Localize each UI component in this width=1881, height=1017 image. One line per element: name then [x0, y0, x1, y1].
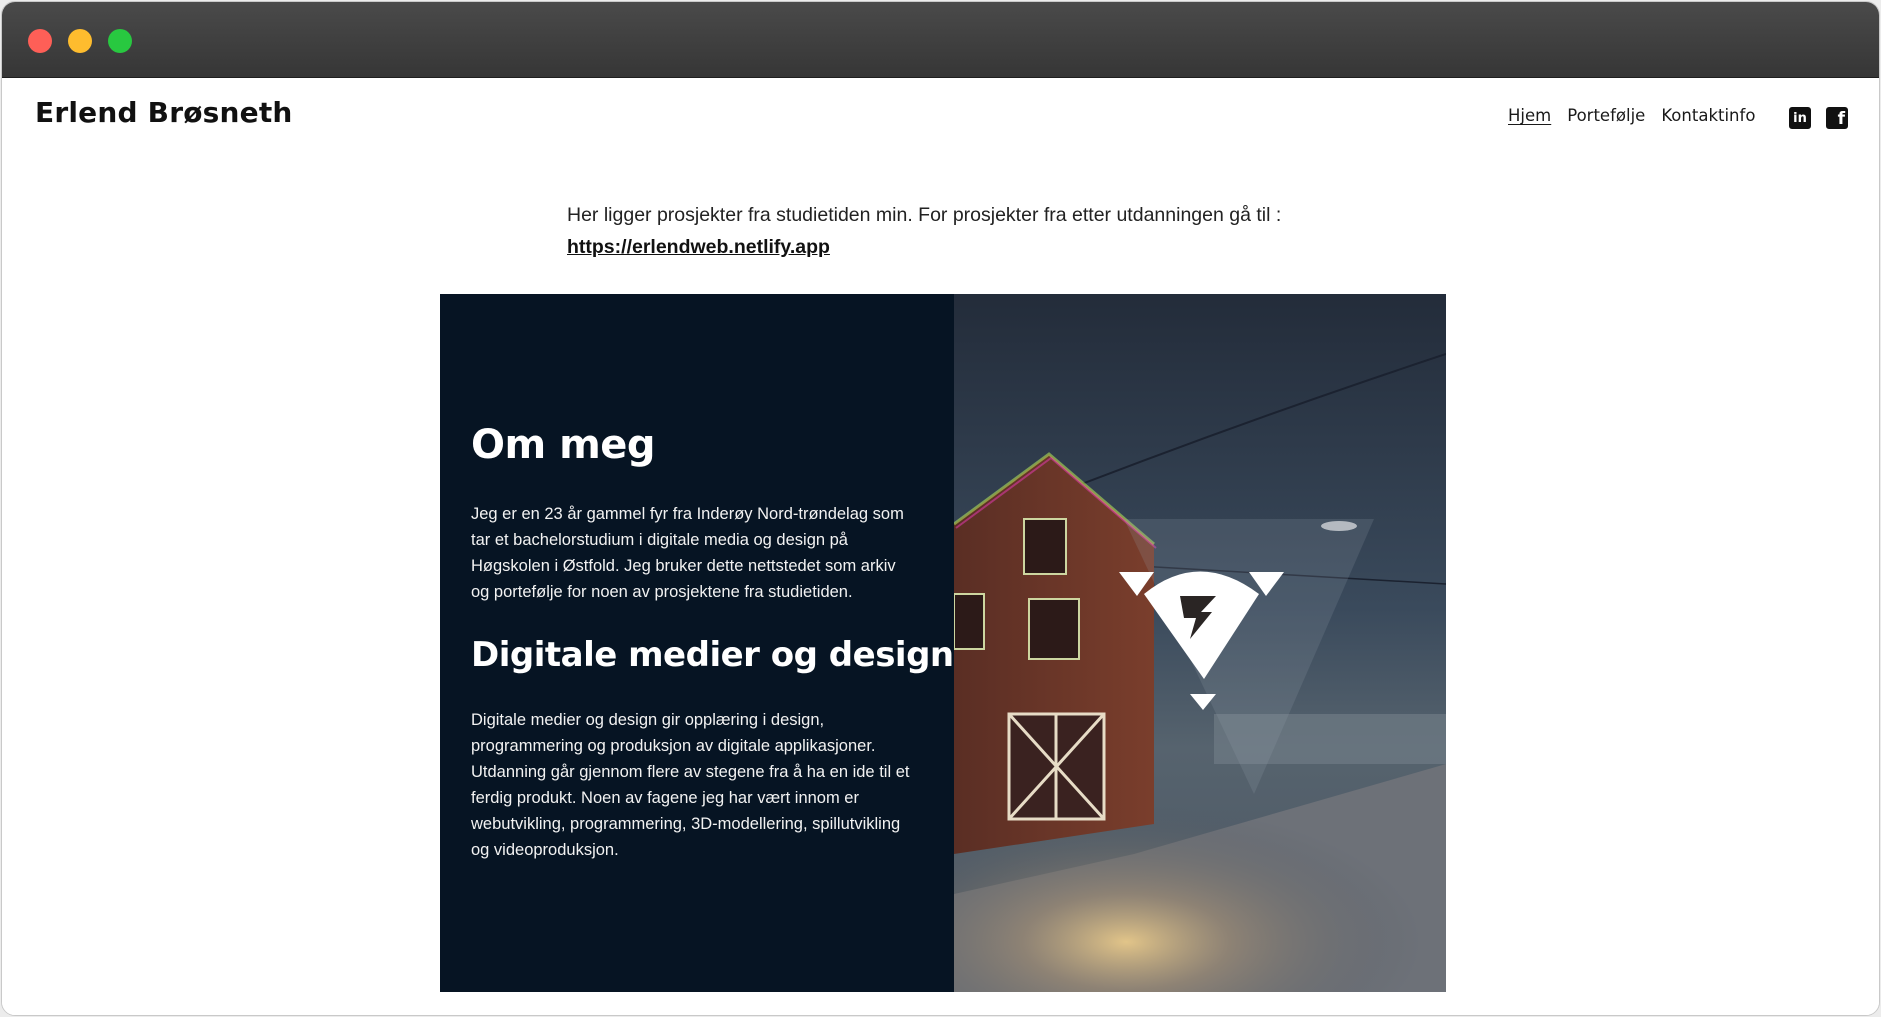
about-panel: Om meg Jeg er en 23 år gammel fyr fra In… [440, 294, 954, 992]
program-text: Digitale medier og design gir opplæring … [471, 711, 910, 859]
maximize-window-button[interactable] [108, 29, 132, 53]
nav-item-portefolje[interactable]: Portefølje [1567, 106, 1645, 125]
window-titlebar [2, 2, 1879, 78]
social-links: in f [1789, 107, 1848, 129]
linkedin-icon[interactable]: in [1789, 107, 1811, 129]
external-site-link[interactable]: https://erlendweb.netlify.app [567, 236, 830, 258]
hero-section: Om meg Jeg er en 23 år gammel fyr fra In… [440, 294, 1446, 992]
about-text: Jeg er en 23 år gammel fyr fra Inderøy N… [471, 505, 904, 601]
nav-item-kontaktinfo[interactable]: Kontaktinfo [1661, 106, 1755, 125]
intro-text-block: Her ligger prosjekter fra studietiden mi… [567, 199, 1387, 263]
site-title[interactable]: Erlend Brøsneth [35, 96, 293, 129]
barn-photo-illustration [954, 294, 1446, 992]
about-heading: Om meg [471, 422, 656, 468]
browser-window: Erlend Brøsneth Hjem Portefølje Kontakti… [1, 1, 1880, 1016]
facebook-icon[interactable]: f [1826, 107, 1848, 129]
nav-item-hjem[interactable]: Hjem [1508, 106, 1551, 125]
hero-image [954, 294, 1446, 992]
minimize-window-button[interactable] [68, 29, 92, 53]
main-nav: Hjem Portefølje Kontaktinfo [1508, 106, 1755, 125]
program-heading: Digitale medier og design [471, 635, 954, 675]
intro-text: Her ligger prosjekter fra studietiden mi… [567, 204, 1282, 226]
page-content: Erlend Brøsneth Hjem Portefølje Kontakti… [2, 79, 1879, 1015]
close-window-button[interactable] [28, 29, 52, 53]
